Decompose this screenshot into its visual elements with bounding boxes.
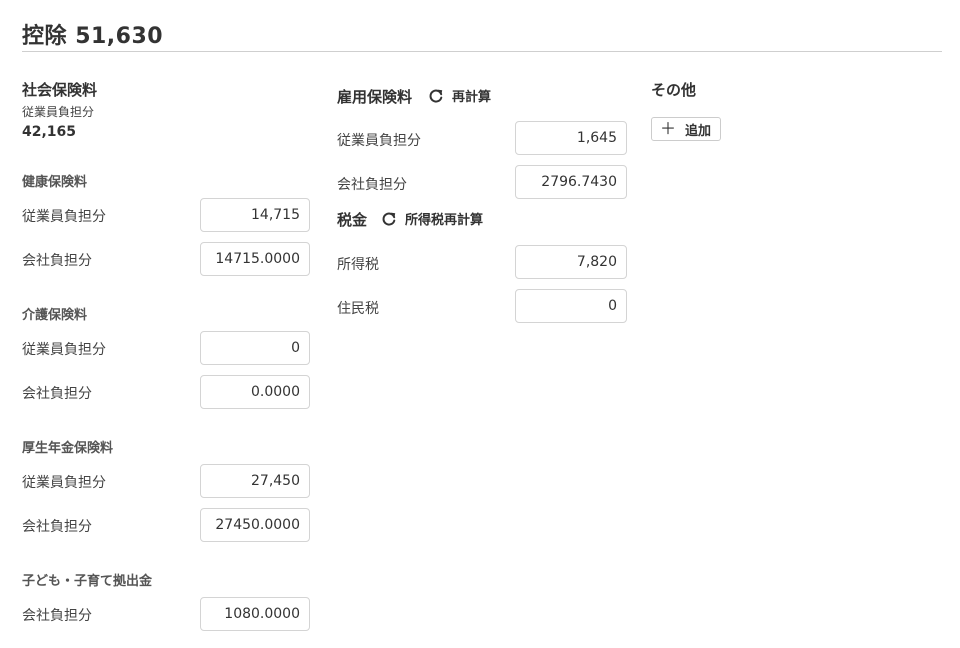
child-company-label: 会社負担分 (22, 608, 92, 624)
child-contribution-title: 子ども・子育て拠出金 (22, 574, 153, 589)
employment-company-input[interactable] (515, 165, 627, 199)
resident-tax-label: 住民税 (337, 301, 379, 317)
refresh-icon (428, 88, 444, 104)
child-company-input[interactable] (200, 597, 310, 631)
employment-recalc-label: 再計算 (452, 90, 492, 105)
deduction-total: 51,630 (75, 24, 164, 49)
employment-recalc-button[interactable]: 再計算 (428, 86, 491, 105)
pension-company-input[interactable] (200, 508, 310, 542)
income-tax-recalc-button[interactable]: 所得税再計算 (381, 209, 483, 228)
nursing-company-input[interactable] (200, 375, 310, 409)
employment-insurance-title: 雇用保険料 (337, 88, 413, 106)
plus-icon: ＋ (660, 119, 677, 138)
health-insurance-title: 健康保険料 (22, 175, 88, 190)
employment-company-label: 会社負担分 (337, 177, 407, 193)
nursing-company-label: 会社負担分 (22, 386, 92, 402)
page-title: 控除 51,630 (22, 18, 163, 50)
pension-company-label: 会社負担分 (22, 519, 92, 535)
title-divider (22, 51, 942, 52)
social-insurance-title: 社会保険料 (22, 81, 98, 99)
health-employee-input[interactable] (200, 198, 310, 232)
health-company-input[interactable] (200, 242, 310, 276)
resident-tax-input[interactable] (515, 289, 627, 323)
nursing-employee-label: 従業員負担分 (22, 342, 106, 358)
employment-employee-input[interactable] (515, 121, 627, 155)
add-other-label: 追加 (685, 123, 712, 139)
nursing-insurance-title: 介護保険料 (22, 308, 88, 323)
income-tax-input[interactable] (515, 245, 627, 279)
health-company-label: 会社負担分 (22, 253, 92, 269)
other-title: その他 (651, 81, 697, 99)
income-tax-label: 所得税 (337, 257, 379, 273)
employment-employee-label: 従業員負担分 (337, 133, 421, 149)
health-employee-label: 従業員負担分 (22, 209, 106, 225)
pension-insurance-title: 厚生年金保険料 (22, 441, 114, 456)
social-insurance-employee-label: 従業員負担分 (22, 105, 95, 119)
pension-employee-label: 従業員負担分 (22, 475, 106, 491)
pension-employee-input[interactable] (200, 464, 310, 498)
social-insurance-employee-total: 42,165 (22, 124, 77, 140)
deduction-title: 控除 (22, 24, 68, 49)
refresh-icon (381, 211, 397, 227)
tax-title: 税金 (337, 211, 368, 229)
add-other-button[interactable]: ＋ 追加 (651, 117, 722, 141)
income-tax-recalc-label: 所得税再計算 (405, 213, 484, 228)
nursing-employee-input[interactable] (200, 331, 310, 365)
